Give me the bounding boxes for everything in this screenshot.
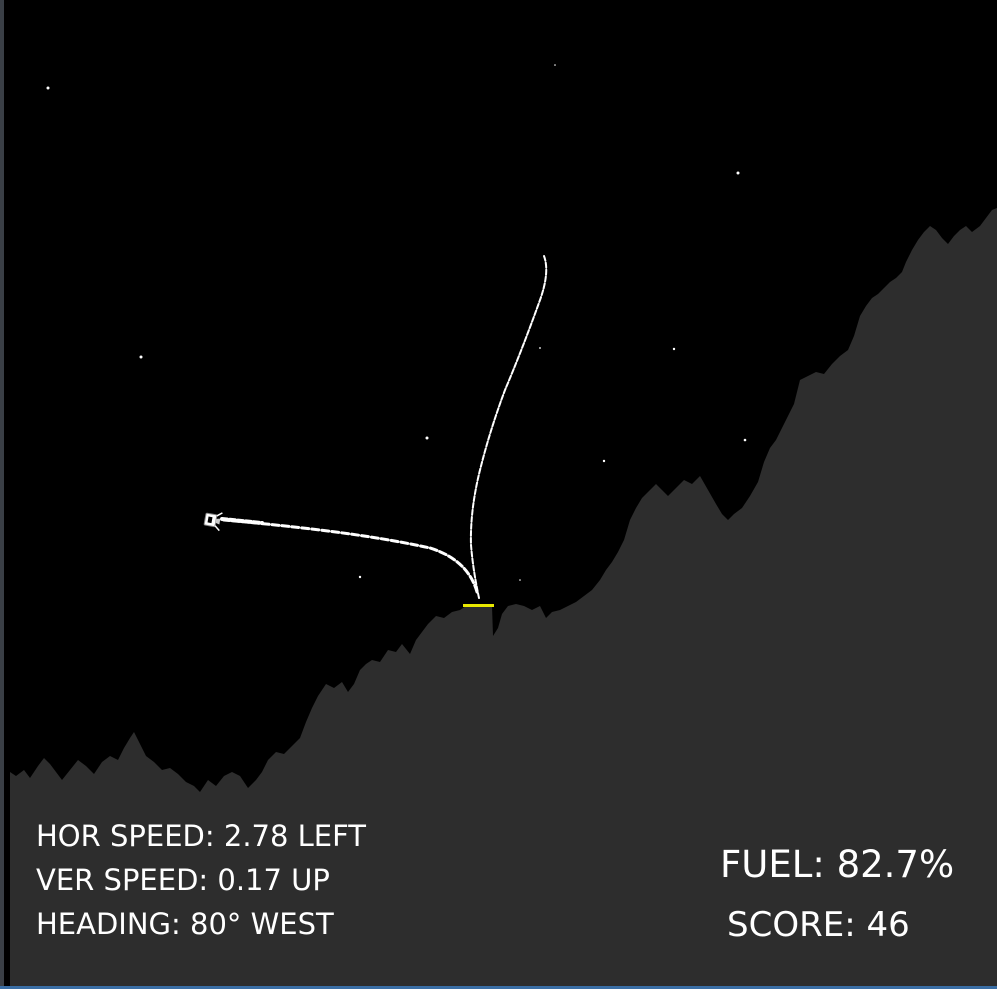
window-left-border [0, 0, 4, 989]
star [554, 64, 556, 66]
star [743, 438, 747, 442]
star [736, 171, 740, 175]
star [602, 459, 606, 463]
star [672, 347, 676, 351]
score-readout: SCORE: 46 [727, 905, 910, 945]
heading-readout: HEADING: 80° WEST [36, 907, 334, 941]
star [358, 575, 362, 579]
landing-pad [463, 604, 494, 607]
vertical-speed-readout: VER SPEED: 0.17 UP [36, 863, 330, 897]
star [46, 86, 50, 90]
flight-readout: HOR SPEED: 2.78 LEFT VER SPEED: 0.17 UP … [36, 814, 366, 946]
horizontal-speed-readout: HOR SPEED: 2.78 LEFT [36, 819, 367, 853]
fuel-readout: FUEL: 82.7% [720, 843, 955, 886]
star [519, 579, 521, 581]
star [539, 347, 541, 349]
star [139, 355, 143, 359]
star [425, 436, 429, 440]
